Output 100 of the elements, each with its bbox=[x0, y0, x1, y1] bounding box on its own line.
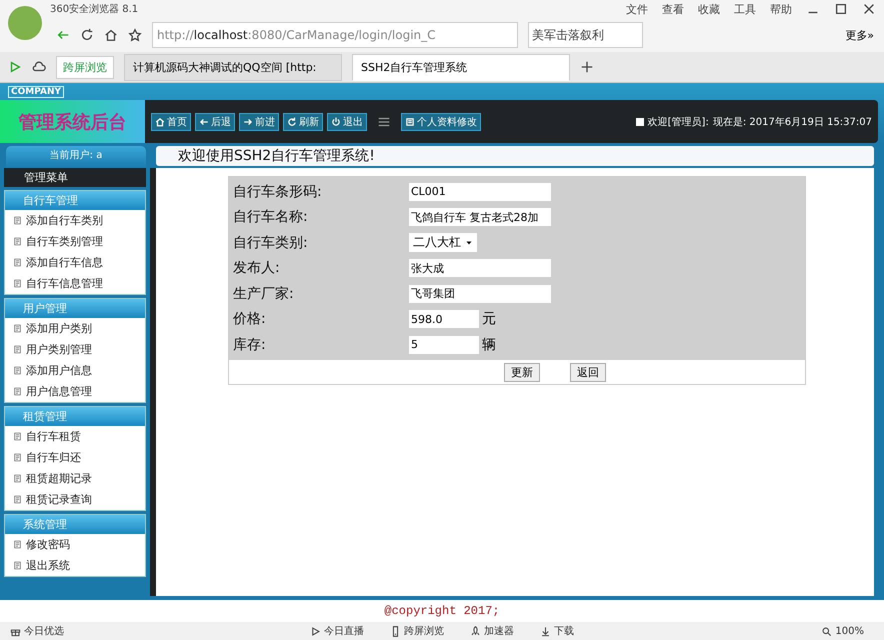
sidebar-item[interactable]: 自行车信息管理 bbox=[5, 273, 145, 294]
page-icon bbox=[13, 324, 22, 333]
sidebar-item[interactable]: 用户类别管理 bbox=[5, 339, 145, 360]
field-label: 自行车条形码: bbox=[232, 182, 323, 201]
sidebar-item[interactable]: 用户信息管理 bbox=[5, 381, 145, 402]
more-button[interactable]: 更多» bbox=[845, 28, 874, 42]
welcome-text: 欢迎[管理员]: bbox=[648, 116, 709, 128]
field-label: 自行车名称: bbox=[232, 208, 309, 226]
input-field[interactable]: 张大成 bbox=[409, 259, 551, 278]
nav-button[interactable]: 退出 bbox=[327, 112, 367, 130]
input-field[interactable]: 飞鸽自行车 复古老式28加 bbox=[409, 208, 551, 226]
maximize-icon[interactable] bbox=[834, 2, 848, 16]
category-dropdown[interactable]: 二八大杠 bbox=[409, 233, 477, 252]
arrow-left-icon bbox=[199, 116, 209, 126]
status-item[interactable]: 今日优选 bbox=[10, 624, 64, 638]
page-icon bbox=[13, 561, 22, 570]
datetime-text: 现在是: 2017年6月19日 15:37:07 bbox=[712, 116, 872, 128]
collapse-handle[interactable] bbox=[150, 168, 156, 596]
copyright-text: @copyright 2017; bbox=[384, 604, 500, 618]
sidebar-item[interactable]: 添加自行车类别 bbox=[5, 210, 145, 231]
status-item[interactable]: 今日直播 bbox=[310, 624, 364, 638]
reload-icon[interactable] bbox=[80, 28, 94, 42]
page-icon bbox=[13, 345, 22, 354]
page-icon bbox=[13, 366, 22, 375]
page-icon bbox=[13, 540, 22, 549]
unit-label: 辆 bbox=[482, 336, 496, 354]
input-field[interactable]: 飞哥集团 bbox=[409, 284, 551, 303]
sidebar-item[interactable]: 租赁记录查询 bbox=[5, 489, 145, 510]
power-icon bbox=[331, 116, 341, 126]
sidebar-item[interactable]: 租赁超期记录 bbox=[5, 468, 145, 489]
nav-button[interactable]: 个人资料修改 bbox=[401, 112, 481, 130]
sidebar-item[interactable]: 自行车类别管理 bbox=[5, 231, 145, 252]
status-item[interactable]: 加速器 bbox=[470, 624, 514, 638]
page-icon bbox=[13, 216, 22, 225]
form-button[interactable]: 更新 bbox=[504, 362, 540, 382]
page-icon bbox=[13, 258, 22, 267]
nav-button[interactable]: 后退 bbox=[195, 112, 235, 130]
refresh-icon bbox=[287, 116, 297, 126]
document-icon bbox=[405, 116, 415, 126]
sidebar-item[interactable]: 自行车租赁 bbox=[5, 426, 145, 447]
menu-item[interactable]: 帮助 bbox=[770, 2, 792, 16]
phone-icon bbox=[390, 626, 401, 636]
field-label: 库存: bbox=[232, 336, 267, 354]
status-item[interactable]: 下载 bbox=[540, 624, 574, 638]
field-label: 价格: bbox=[232, 310, 267, 328]
current-user-panel: 当前用户: a bbox=[6, 146, 146, 168]
field-label: 发布人: bbox=[232, 259, 281, 278]
home-icon bbox=[155, 116, 165, 126]
menu-title: 管理菜单 bbox=[4, 168, 146, 187]
sidebar-item[interactable]: 添加用户类别 bbox=[5, 318, 145, 339]
input-field[interactable]: 5 bbox=[409, 336, 479, 354]
page-icon bbox=[13, 495, 22, 504]
nav-button[interactable]: 刷新 bbox=[283, 112, 323, 130]
zoom-icon bbox=[821, 626, 832, 636]
nav-button[interactable]: 首页 bbox=[151, 112, 191, 130]
input-field[interactable]: CL001 bbox=[409, 182, 551, 201]
nav-button[interactable]: 前进 bbox=[239, 112, 279, 130]
play-icon bbox=[310, 626, 321, 636]
page-icon bbox=[13, 474, 22, 483]
form-button[interactable]: 返回 bbox=[570, 362, 606, 382]
cloud-icon[interactable] bbox=[32, 60, 46, 74]
menu-item[interactable]: 查看 bbox=[662, 2, 684, 16]
menu-item[interactable]: 工具 bbox=[734, 2, 756, 16]
back-icon[interactable] bbox=[56, 28, 70, 42]
status-item[interactable]: 100% bbox=[821, 626, 864, 636]
status-item[interactable]: 跨屏浏览 bbox=[390, 624, 444, 638]
browser-title: 360安全浏览器 8.1 bbox=[50, 2, 138, 16]
page-icon bbox=[13, 237, 22, 246]
page-title: 欢迎使用SSH2自行车管理系统! bbox=[156, 146, 874, 166]
sidebar-item[interactable]: 添加用户信息 bbox=[5, 360, 145, 381]
sidebar-item[interactable]: 添加自行车信息 bbox=[5, 252, 145, 273]
sidebar-item[interactable]: 自行车归还 bbox=[5, 447, 145, 468]
company-logo: COMPANY bbox=[8, 86, 64, 98]
field-label: 生产厂家: bbox=[232, 284, 295, 303]
menu-item[interactable]: 文件 bbox=[626, 2, 648, 16]
unit-label: 元 bbox=[482, 310, 496, 328]
browser-tab[interactable]: SSH2自行车管理系统 bbox=[352, 54, 570, 80]
page-icon bbox=[13, 432, 22, 441]
search-field[interactable]: 美军击落叙利 bbox=[528, 22, 643, 48]
app-title: 管理系统后台 bbox=[0, 100, 145, 143]
sidebar-item[interactable]: 修改密码 bbox=[5, 534, 145, 555]
page-icon bbox=[13, 279, 22, 288]
menu-item[interactable]: 收藏 bbox=[698, 2, 720, 16]
cross-screen-button[interactable]: 跨屏浏览 bbox=[56, 56, 114, 78]
caret-icon bbox=[465, 238, 473, 247]
sidebar-item[interactable]: 退出系统 bbox=[5, 555, 145, 576]
rocket-icon bbox=[470, 626, 481, 636]
download-icon bbox=[540, 626, 551, 636]
new-tab-icon[interactable] bbox=[580, 60, 594, 74]
input-field[interactable]: 598.0 bbox=[409, 310, 479, 328]
home-icon[interactable] bbox=[104, 28, 118, 42]
square-icon bbox=[636, 118, 644, 126]
star-icon[interactable] bbox=[128, 28, 142, 42]
close-icon[interactable] bbox=[862, 2, 876, 16]
arrow-right-icon bbox=[243, 116, 253, 126]
field-label: 自行车类别: bbox=[232, 234, 309, 252]
sidebar-toggle-icon[interactable] bbox=[8, 60, 22, 74]
address-field[interactable]: http://localhost:8080/CarManage/login/login_C bbox=[152, 22, 518, 48]
page-icon bbox=[13, 387, 22, 396]
browser-tab[interactable]: 计算机源码大神调试的QQ空间 [http: bbox=[124, 54, 342, 80]
